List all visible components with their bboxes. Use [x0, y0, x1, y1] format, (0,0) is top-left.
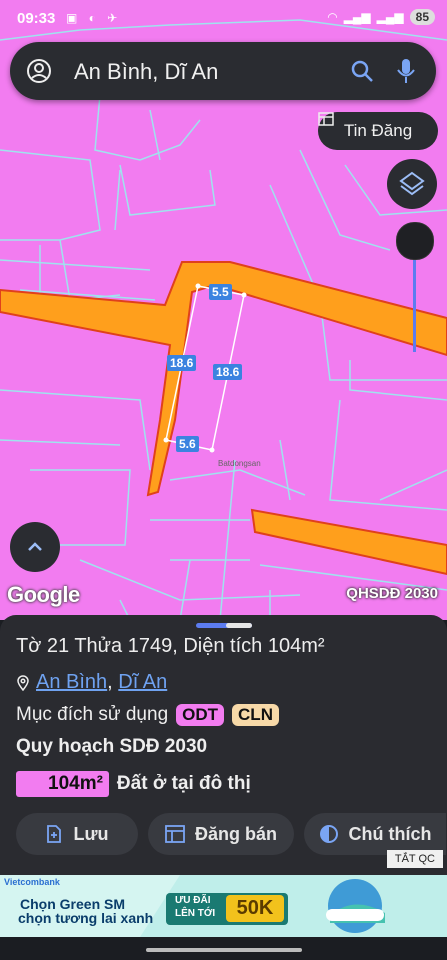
dimension-label-bottom: 5.6	[176, 436, 199, 452]
mic-icon[interactable]	[395, 57, 417, 85]
system-icons: ◠ ▂▄▆ ▂▄▆ 85	[327, 9, 435, 25]
collapse-button[interactable]	[10, 522, 60, 572]
ad-brand: Vietcombank	[4, 877, 60, 887]
post-sale-button[interactable]: Đăng bán	[148, 813, 294, 855]
listings-button[interactable]: Tin Đăng	[318, 112, 438, 150]
signal-icon: ▂▄▆	[343, 10, 371, 24]
wifi-icon: ◠	[327, 10, 338, 24]
plan-title: Quy hoạch SDĐ 2030	[16, 736, 208, 757]
map-layer-name: QHSDĐ 2030	[346, 585, 438, 602]
area-value-chip: 104m²	[16, 771, 109, 797]
search-bar[interactable]: An Bình, Dĩ An	[10, 42, 436, 100]
location-line: An Bình, Dĩ An	[16, 671, 167, 694]
ad-subheadline: chọn tương lai xanh	[18, 910, 154, 926]
drag-handle-secondary	[226, 623, 252, 628]
ad-promo-value: 50K	[226, 895, 284, 922]
chevron-up-icon	[28, 542, 42, 551]
location-separator: ,	[107, 671, 113, 693]
land-use-line: Mục đích sử dụng ODT CLN	[16, 704, 279, 726]
roads	[0, 261, 447, 576]
signal2-icon: ▂▄▆	[376, 10, 404, 24]
layers-button[interactable]	[387, 159, 437, 209]
opacity-slider-knob[interactable]	[396, 222, 434, 260]
legend-label: Chú thích	[348, 823, 432, 844]
land-use-label: Mục đích sử dụng	[16, 704, 169, 725]
land-use-badge-cln[interactable]: CLN	[232, 704, 279, 726]
google-logo: Google	[7, 582, 80, 607]
location-pin-icon	[17, 674, 29, 691]
parcel-summary: Tờ 21 Thửa 1749, Diện tích 104m²	[16, 635, 325, 657]
ward-link[interactable]: An Bình	[36, 671, 107, 693]
notification-icons: ▣ ◐ ✈	[66, 11, 122, 25]
ad-banner[interactable]: Vietcombank Chọn Green SM chọn tương lai…	[0, 875, 447, 937]
account-icon[interactable]	[26, 58, 52, 84]
post-sale-label: Đăng bán	[194, 823, 277, 844]
status-bar: 09:33 ▣ ◐ ✈ ◠ ▂▄▆ ▂▄▆ 85	[0, 0, 447, 38]
watermark: Batdongsan	[218, 459, 261, 468]
save-button[interactable]: Lưu	[16, 813, 138, 855]
battery-icon: 85	[409, 9, 435, 25]
close-ad-button[interactable]: TẮT QC	[386, 850, 443, 868]
dimension-label-left: 18.6	[167, 355, 197, 371]
dimension-label-right: 18.6	[213, 364, 243, 380]
action-buttons: Lưu Đăng bán Chú thích	[16, 813, 446, 855]
listings-icon	[318, 112, 334, 126]
area-description: Đất ở tại đô thị	[116, 773, 251, 794]
clock: 09:33	[17, 10, 56, 27]
city-link[interactable]: Dĩ An	[118, 671, 167, 693]
parcel-info-panel: Tờ 21 Thửa 1749, Diện tích 104m² An Bình…	[0, 615, 447, 875]
save-icon	[47, 825, 62, 843]
search-icon[interactable]	[350, 59, 374, 83]
layers-icon	[399, 171, 425, 196]
listings-label: Tin Đăng	[343, 121, 413, 140]
land-use-badge-odt[interactable]: ODT	[176, 704, 225, 726]
home-gesture-bar[interactable]	[146, 948, 302, 952]
system-nav-bar	[0, 937, 447, 960]
legend-icon	[319, 825, 338, 843]
ad-promo-line1: ƯU ĐÃI	[175, 895, 211, 906]
save-label: Lưu	[73, 823, 109, 844]
ad-promo-line2: LÊN TỚI	[175, 908, 216, 919]
search-input[interactable]: An Bình, Dĩ An	[74, 59, 218, 85]
dimension-label-top: 5.5	[209, 284, 232, 300]
plan-area-row: 104m² Đất ở tại đô thị	[16, 771, 251, 797]
map-view[interactable]: 5.5 18.6 18.6 5.6 Batdongsan 09:33 ▣ ◐ ✈…	[0, 0, 447, 620]
listing-icon	[165, 825, 185, 843]
legend-button[interactable]: Chú thích	[304, 813, 446, 855]
